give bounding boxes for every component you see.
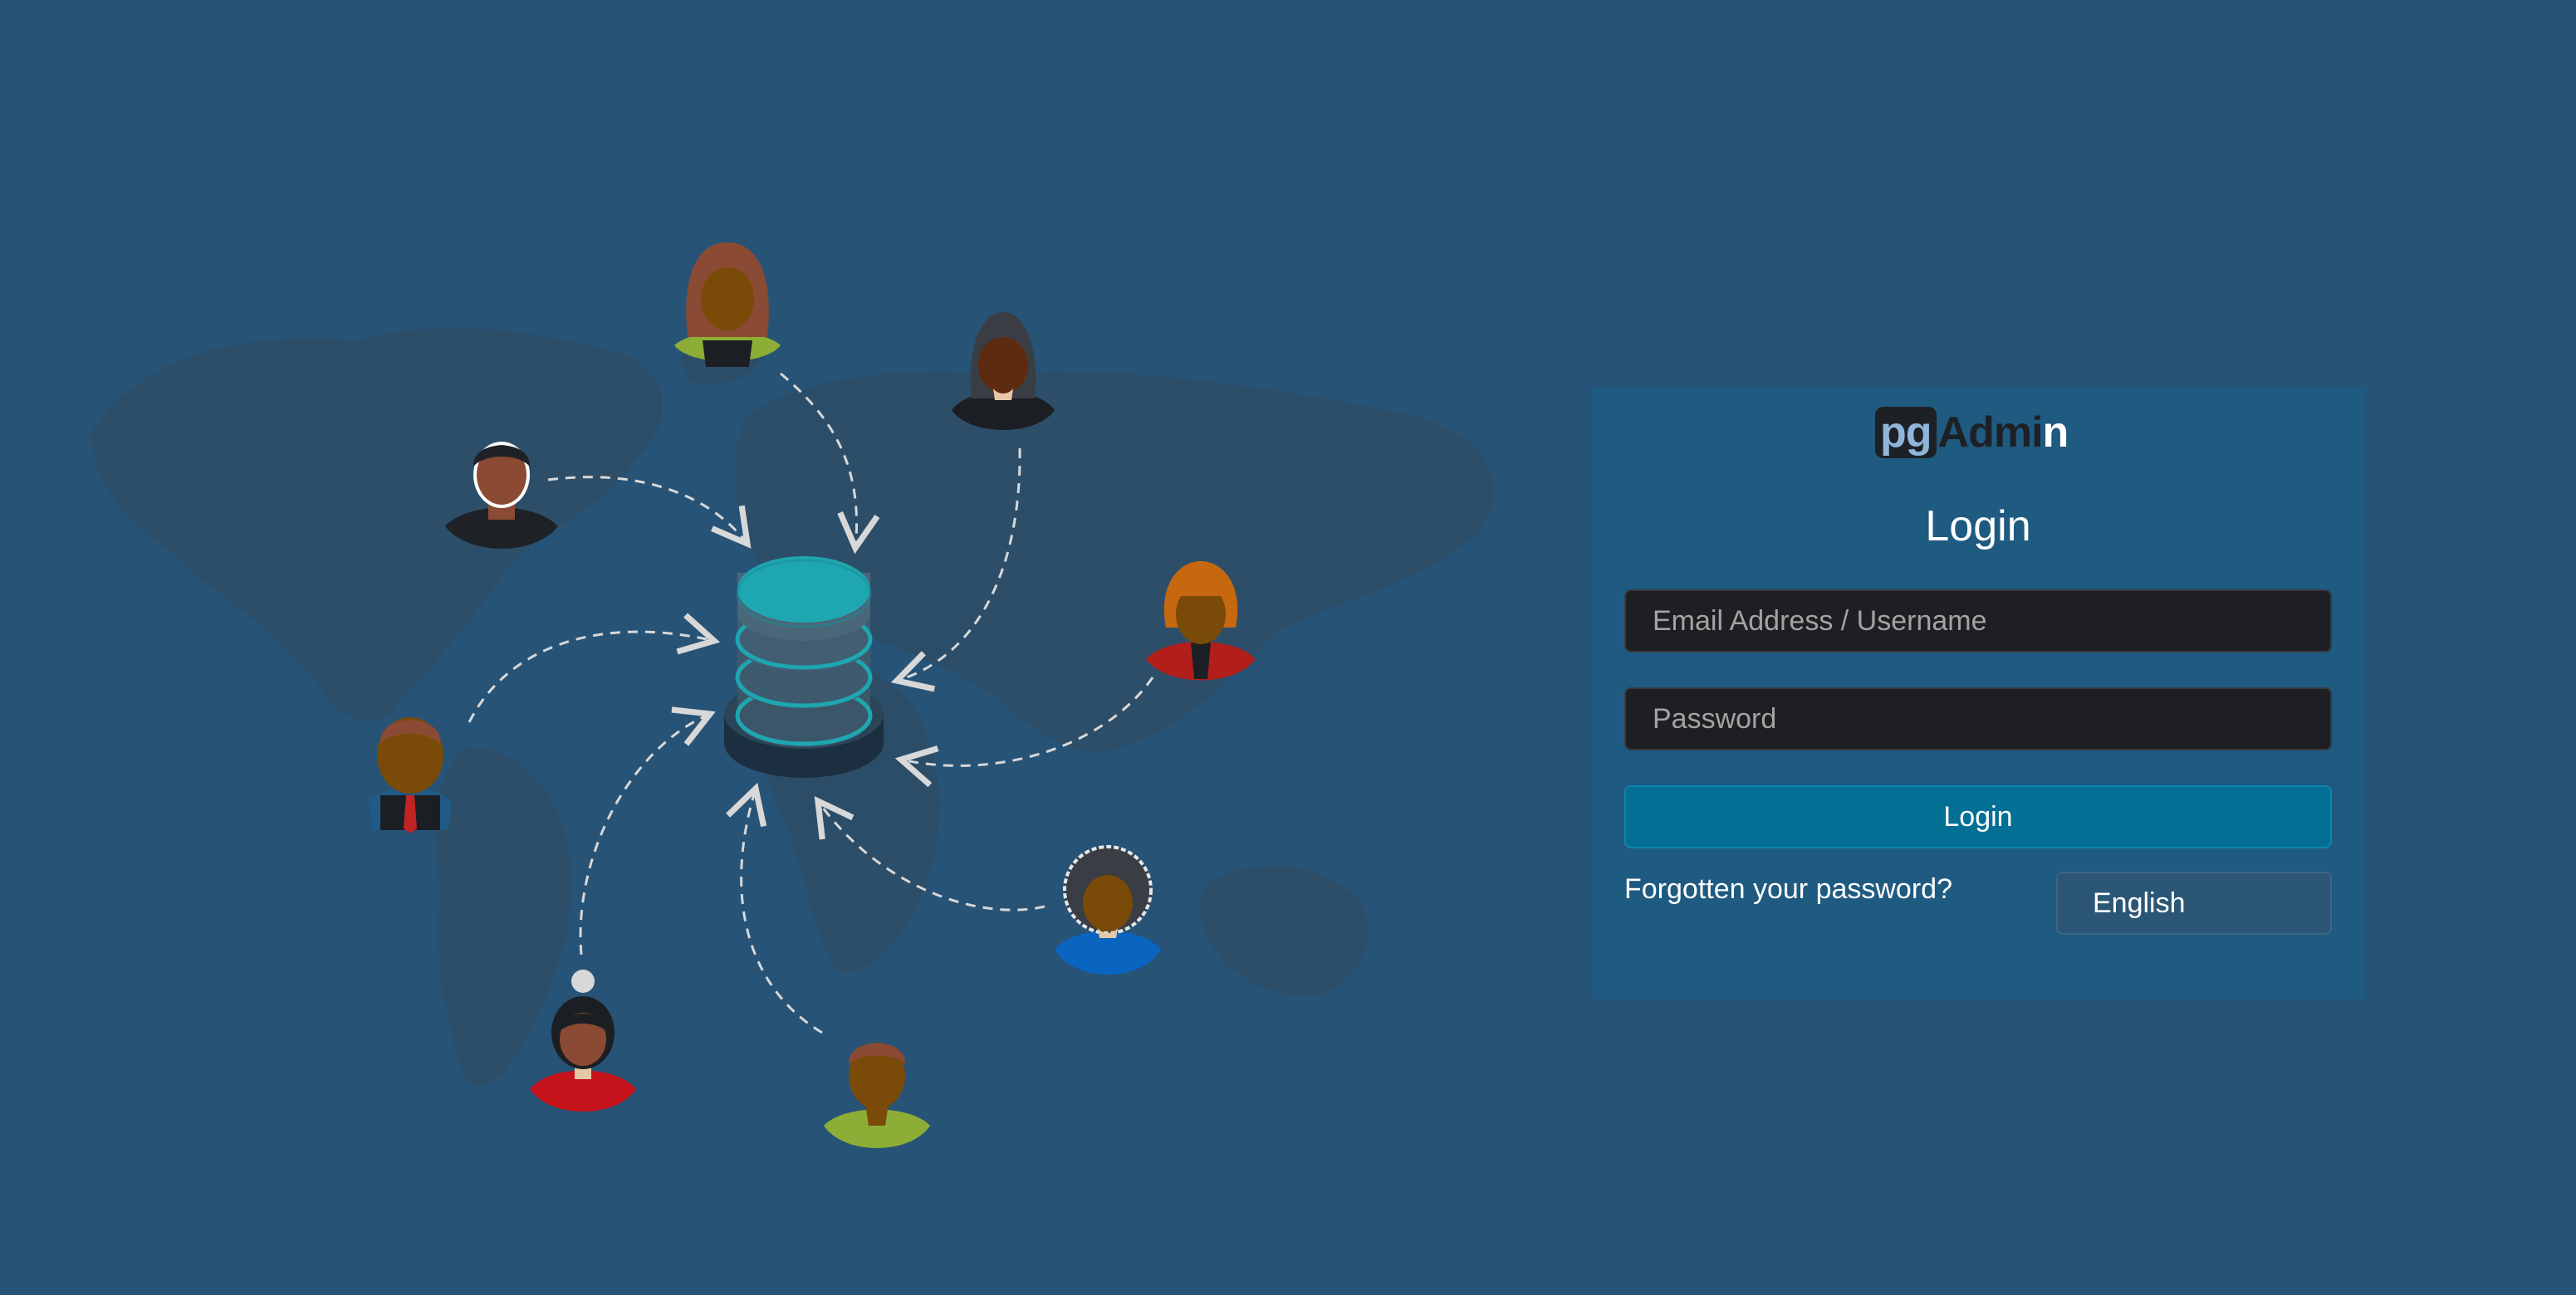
login-button[interactable]: Login <box>1624 785 2332 848</box>
logo-a: A <box>1937 408 1970 457</box>
illustration <box>91 242 1495 1148</box>
logo-i: i <box>2031 408 2043 457</box>
avatar-man-green-shirt <box>824 1043 930 1148</box>
language-select[interactable]: English <box>2056 872 2332 935</box>
pgadmin-logo: pg A dm i n <box>1875 405 2069 460</box>
avatar-woman-long-hair <box>674 242 781 367</box>
database-icon <box>724 556 884 778</box>
avatar-man-tie <box>369 717 452 833</box>
password-input[interactable] <box>1624 687 2332 750</box>
login-title: Login <box>1925 502 2031 550</box>
avatar-woman-hijab <box>952 312 1055 430</box>
forgot-password-link[interactable]: Forgotten your password? <box>1624 873 1952 906</box>
logo-pg: pg <box>1875 407 1937 458</box>
logo-dm: dm <box>1968 408 2032 457</box>
email-username-input[interactable] <box>1624 589 2332 652</box>
login-panel: pg A dm i n Login Login Forgotten your p… <box>1591 387 2365 999</box>
avatar-man-afro <box>1055 845 1161 975</box>
logo-n: n <box>2042 408 2069 457</box>
